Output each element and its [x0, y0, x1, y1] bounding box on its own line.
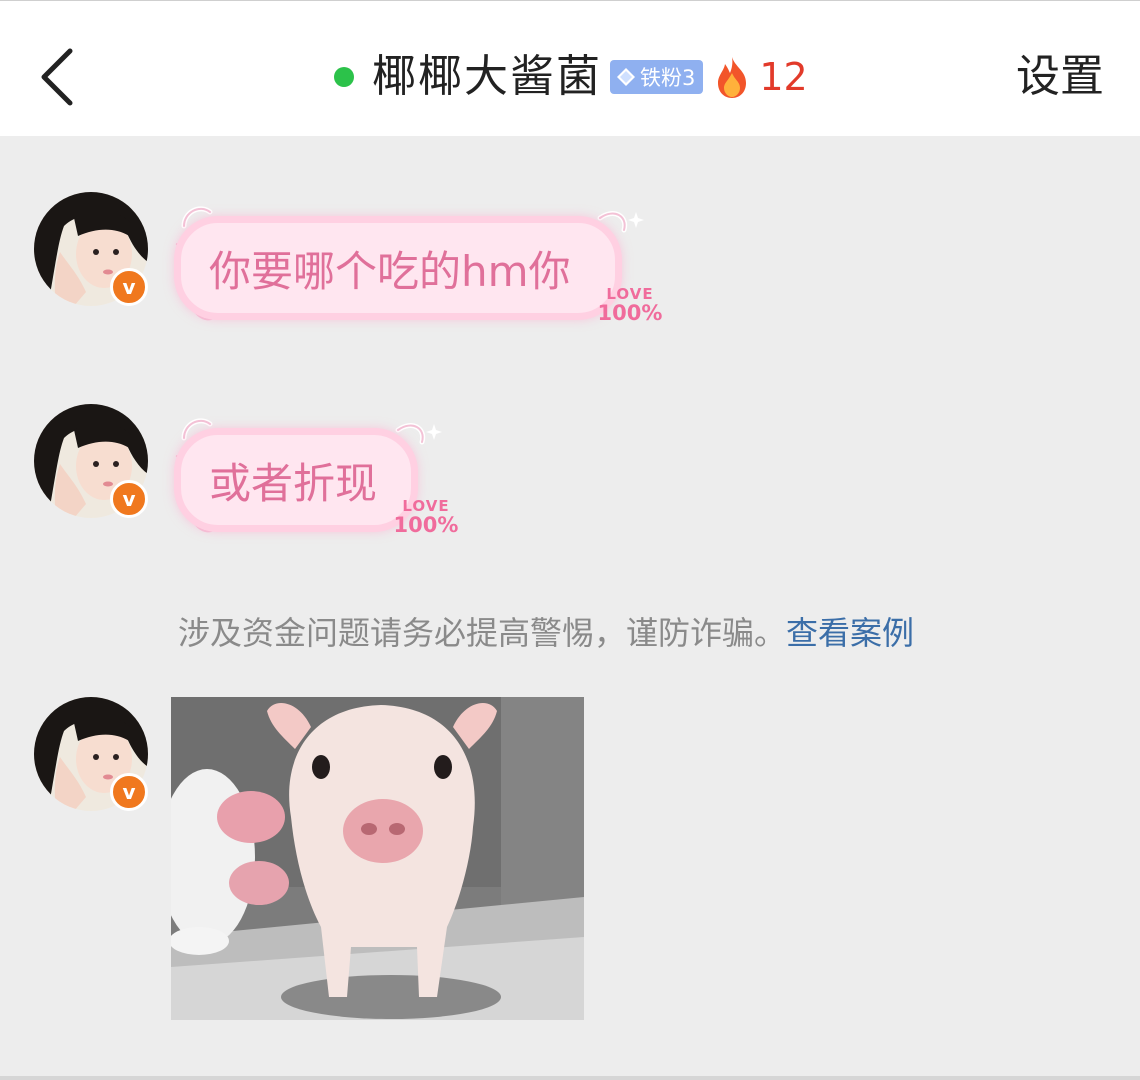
contact-name: 椰椰大酱菌 [372, 51, 602, 102]
message-image-piglet[interactable] [171, 697, 584, 1020]
flame-icon [718, 57, 747, 98]
verified-badge-icon: v [110, 268, 148, 306]
love-label: LOVE [606, 285, 654, 303]
fraud-warning-text: 涉及资金问题请务必提高警惕，谨防诈骗。 [178, 614, 787, 652]
bottom-divider [0, 1076, 1140, 1080]
fan-badge-label: 铁粉3 [640, 66, 696, 90]
chevron-left-icon [41, 48, 73, 106]
message-bubble[interactable]: 或者折现 LOVE 100% [170, 410, 470, 550]
love-percent: 100% [393, 513, 459, 537]
verified-badge-icon: v [110, 480, 148, 518]
love-sticker-tag: LOVE 100% [594, 286, 666, 324]
diamond-icon [617, 68, 635, 86]
fraud-warning-notice: 涉及资金问题请务必提高警惕，谨防诈骗。查看案例 [178, 608, 914, 654]
streak-count: 12 [759, 55, 808, 99]
message-text: 你要哪个吃的hm你 [174, 216, 622, 320]
settings-button[interactable]: 设置 [1016, 47, 1104, 107]
fan-level-badge[interactable]: 铁粉3 [610, 60, 704, 94]
love-label: LOVE [402, 497, 450, 515]
verified-badge-icon: v [110, 773, 148, 811]
love-sticker-tag: LOVE 100% [390, 498, 462, 536]
love-percent: 100% [597, 301, 663, 325]
message-bubble[interactable]: 你要哪个吃的hm你 LOVE 100% [170, 198, 670, 338]
piglet-photo [171, 697, 584, 1020]
online-status-dot [334, 67, 354, 87]
chat-header: 椰椰大酱菌 铁粉3 12 设置 [0, 0, 1140, 136]
back-button[interactable] [36, 47, 80, 107]
chat-title-group[interactable]: 椰椰大酱菌 铁粉3 12 [334, 47, 808, 107]
view-cases-link[interactable]: 查看案例 [786, 614, 914, 652]
message-text: 或者折现 [174, 428, 418, 532]
